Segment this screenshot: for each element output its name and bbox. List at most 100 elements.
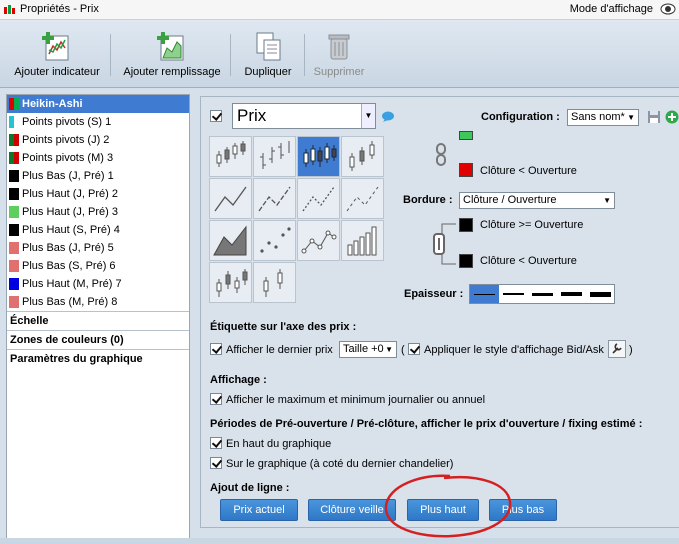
add-fill-icon xyxy=(157,32,184,61)
list-item[interactable]: Heikin-Ashi xyxy=(7,95,189,113)
show-last-price-label: Afficher le dernier prix xyxy=(226,344,333,356)
color-swatch-icon xyxy=(9,260,19,272)
series-name-combo[interactable]: Prix ▼ xyxy=(232,103,376,129)
bordure-select[interactable]: Clôture / Ouverture ▼ xyxy=(459,192,615,209)
chart-type-bars[interactable] xyxy=(253,136,296,177)
add-fill-button[interactable]: Ajouter remplissage xyxy=(120,30,224,86)
list-item[interactable]: Points pivots (M) 3 xyxy=(7,149,189,167)
low-button[interactable]: Plus bas xyxy=(489,499,557,521)
bid-ask-style-checkbox[interactable] xyxy=(408,343,420,355)
list-item-label: Plus Haut (J, Pré) 2 xyxy=(22,188,118,200)
list-item-label: Heikin-Ashi xyxy=(22,98,83,110)
previous-close-button[interactable]: Clôture veille xyxy=(308,499,396,521)
show-max-min-checkbox[interactable] xyxy=(210,393,222,405)
epaisseur-label: Epaisseur : xyxy=(404,288,464,300)
label-size-select[interactable]: Taille +0 ▼ xyxy=(339,341,397,358)
ajout-title: Ajout de ligne : xyxy=(210,482,290,494)
chart-type-step-line[interactable] xyxy=(341,178,384,219)
list-item[interactable]: Plus Bas (J, Pré) 1 xyxy=(7,167,189,185)
delete-button[interactable]: Supprimer xyxy=(310,30,368,86)
down-color-swatch[interactable] xyxy=(459,163,473,177)
chart-type-line[interactable] xyxy=(209,178,252,219)
thickness-3[interactable] xyxy=(528,285,557,303)
list-item[interactable]: Plus Bas (S, Pré) 6 xyxy=(7,257,189,275)
duplicate-label: Dupliquer xyxy=(244,66,292,78)
top-of-chart-checkbox[interactable] xyxy=(210,437,222,449)
list-item-label: Plus Bas (J, Pré) 5 xyxy=(22,242,114,254)
chart-type-hollow-candles[interactable] xyxy=(341,136,384,177)
chevron-down-icon: ▼ xyxy=(627,113,635,122)
configuration-label: Configuration : xyxy=(481,111,560,123)
section-color-zones[interactable]: Zones de couleurs (0) xyxy=(7,330,189,349)
list-item[interactable]: Plus Haut (J, Pré) 2 xyxy=(7,185,189,203)
color-swatch-icon xyxy=(9,224,19,236)
color-swatch-icon xyxy=(9,134,19,146)
line-chart-icon xyxy=(214,186,247,212)
list-item-label: Plus Bas (M, Pré) 8 xyxy=(22,296,118,308)
thickness-5[interactable] xyxy=(586,285,615,303)
list-item[interactable]: Plus Haut (M, Pré) 7 xyxy=(7,275,189,293)
section-chart-settings[interactable]: Paramètres du graphique xyxy=(7,349,189,368)
bid-ask-style-label: Appliquer le style d'affichage Bid/Ask xyxy=(424,344,604,356)
list-item[interactable]: Points pivots (J) 2 xyxy=(7,131,189,149)
dashed-line-icon xyxy=(346,186,379,212)
current-price-button[interactable]: Prix actuel xyxy=(220,499,298,521)
toolbar: Ajouter indicateur Ajouter remplissage D… xyxy=(0,20,679,88)
duplicate-button[interactable]: Dupliquer xyxy=(240,30,296,86)
series-visible-checkbox[interactable] xyxy=(210,110,222,122)
paren-close: ) xyxy=(629,344,633,356)
chart-type-heikin-ashi[interactable] xyxy=(297,136,340,177)
cloture-sup-label: Clôture >= Ouverture xyxy=(480,219,584,231)
color-swatch-icon xyxy=(9,98,19,110)
list-item[interactable]: Points pivots (S) 1 xyxy=(7,113,189,131)
hollow-candles-icon xyxy=(349,141,375,171)
thickness-2[interactable] xyxy=(499,285,528,303)
histogram-icon xyxy=(347,226,377,256)
chart-type-candles-volume[interactable] xyxy=(209,262,252,303)
comment-icon[interactable] xyxy=(381,111,395,123)
list-item[interactable]: Plus Bas (M, Pré) 8 xyxy=(7,293,189,311)
object-list-panel: Heikin-Ashi Points pivots (S) 1 Points piv… xyxy=(6,94,190,540)
chart-type-dots[interactable] xyxy=(253,220,296,261)
chain-link-icon[interactable] xyxy=(428,218,458,270)
list-item-label: Points pivots (J) 2 xyxy=(22,134,110,146)
chart-type-candles-hollow[interactable] xyxy=(253,262,296,303)
list-item-label: Plus Haut (S, Pré) 4 xyxy=(22,224,120,236)
chart-type-dotted-line[interactable] xyxy=(297,178,340,219)
chart-type-candles[interactable] xyxy=(209,136,252,177)
section-echelle[interactable]: Échelle xyxy=(7,311,189,330)
thickness-1[interactable] xyxy=(470,285,499,303)
list-item-label: Plus Haut (J, Pré) 3 xyxy=(22,206,118,218)
configuration-select[interactable]: Sans nom* ▼ xyxy=(567,109,639,126)
paren-open: ( xyxy=(401,344,405,356)
list-item[interactable]: Plus Haut (S, Pré) 4 xyxy=(7,221,189,239)
save-icon[interactable] xyxy=(647,110,661,124)
color-swatch-icon xyxy=(9,206,19,218)
on-chart-checkbox[interactable] xyxy=(210,457,222,469)
wrench-icon[interactable] xyxy=(608,340,626,358)
border-up-swatch[interactable] xyxy=(459,218,473,232)
bordure-value: Clôture / Ouverture xyxy=(463,194,557,206)
add-indicator-button[interactable]: Ajouter indicateur xyxy=(10,30,104,86)
up-color-swatch[interactable] xyxy=(459,131,473,140)
thickness-4[interactable] xyxy=(557,285,586,303)
chevron-down-icon[interactable]: ▼ xyxy=(361,104,375,128)
high-button[interactable]: Plus haut xyxy=(407,499,479,521)
chain-link-icon[interactable] xyxy=(435,142,447,168)
chart-type-line-alt[interactable] xyxy=(253,178,296,219)
cloture-inf-label: Clôture < Ouverture xyxy=(480,165,577,177)
add-icon[interactable] xyxy=(665,110,679,124)
chart-type-area[interactable] xyxy=(209,220,252,261)
chart-type-histogram[interactable] xyxy=(341,220,384,261)
color-swatch-icon xyxy=(9,242,19,254)
list-item-label: Points pivots (S) 1 xyxy=(22,116,112,128)
show-last-price-checkbox[interactable] xyxy=(210,343,222,355)
list-item[interactable]: Plus Haut (J, Pré) 3 xyxy=(7,203,189,221)
border-down-swatch[interactable] xyxy=(459,254,473,268)
color-swatch-icon xyxy=(9,170,19,182)
chart-type-line-markers[interactable] xyxy=(297,220,340,261)
list-item[interactable]: Plus Bas (J, Pré) 5 xyxy=(7,239,189,257)
toolbar-separator xyxy=(304,34,305,76)
display-mode-label[interactable]: Mode d'affichage xyxy=(570,3,653,15)
eye-icon[interactable] xyxy=(660,1,676,17)
